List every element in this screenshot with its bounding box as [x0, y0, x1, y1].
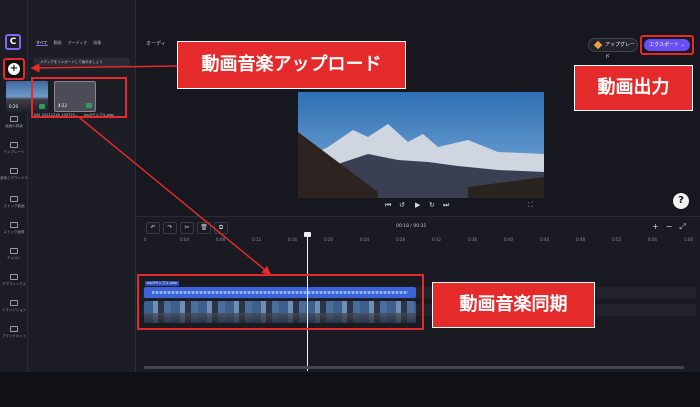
skip-back-icon[interactable]: ⏮: [385, 201, 391, 210]
stock-video-icon: [10, 196, 18, 202]
rail-item-stock-video[interactable]: ストック動画: [0, 194, 28, 220]
zoom-in-icon[interactable]: +: [652, 222, 659, 231]
ruler-tick: 0:32: [432, 237, 441, 242]
rail-item-text[interactable]: テキスト: [0, 246, 28, 272]
ruler-tick: 0:52: [612, 237, 621, 242]
export-highlight: エクスポート ⌄: [640, 35, 694, 55]
rail-label: トランジション: [1, 308, 27, 312]
play-icon[interactable]: ▶: [415, 201, 420, 209]
cut-icon[interactable]: ✂: [180, 222, 194, 234]
tab-video[interactable]: 動画: [54, 40, 62, 45]
timeline-scrollbar[interactable]: [144, 366, 684, 369]
playhead-handle[interactable]: [304, 232, 311, 237]
brand-kit-icon: [10, 326, 18, 332]
timeline-toolbar: ↶ ↷ ✂ 🗑 ⧉: [146, 222, 231, 234]
ruler-tick: 0:04: [180, 237, 189, 242]
ruler-tick: 0:24: [360, 237, 369, 242]
media-highlight-box: [31, 77, 127, 118]
redo-icon[interactable]: ↷: [163, 222, 177, 234]
fit-icon[interactable]: ⤢: [679, 222, 685, 231]
record-icon: [10, 116, 18, 122]
ruler-tick: 0:56: [648, 237, 657, 242]
ruler-tick: 0:16: [288, 237, 297, 242]
rail-label: グラフィックス: [1, 282, 27, 286]
rail-item-transition[interactable]: トランジション: [0, 298, 28, 324]
annotation-upload: 動画音楽アップロード: [177, 41, 406, 89]
media-tabs: すべて 動画 オーディオ 画像: [36, 40, 107, 50]
template-icon: [10, 142, 18, 148]
ruler-tick: 0:40: [504, 237, 513, 242]
duplicate-icon[interactable]: ⧉: [214, 222, 228, 234]
rail-item-template[interactable]: テンプレート: [0, 140, 28, 166]
rail-item-music[interactable]: 音楽とサウンドエフェクト: [0, 166, 28, 192]
rail-item-stock-image[interactable]: ストック画像: [0, 220, 28, 246]
timecode: 00:18 / 00:31: [396, 224, 427, 229]
app-logo: C: [5, 34, 21, 50]
export-button[interactable]: エクスポート ⌄: [644, 39, 690, 51]
upload-button[interactable]: +: [3, 58, 25, 80]
duration-label: 0:20: [9, 104, 18, 109]
tab-audio[interactable]: オーディオ: [68, 40, 88, 45]
transition-icon: [10, 300, 18, 306]
stock-image-icon: [10, 222, 18, 228]
upgrade-label: アップグレード: [605, 42, 636, 60]
fullscreen-icon[interactable]: ⛶: [528, 201, 533, 210]
bottom-strip: [0, 372, 700, 407]
diamond-icon: [593, 40, 603, 50]
ruler-tick: 0:28: [396, 237, 405, 242]
ruler-tick: 0:44: [540, 237, 549, 242]
tab-all[interactable]: すべて: [36, 40, 48, 46]
zoom-controls: + − ⤢: [645, 222, 686, 232]
rail-label: ストック動画: [3, 204, 25, 208]
video-preview[interactable]: [298, 92, 544, 198]
help-button[interactable]: ?: [673, 193, 689, 209]
delete-icon[interactable]: 🗑: [197, 222, 211, 234]
rail-label: ストック画像: [3, 230, 25, 234]
rail-item-record[interactable]: 画面の録画: [0, 114, 28, 140]
tab-image[interactable]: 画像: [93, 40, 101, 45]
ruler-tick: 0:48: [576, 237, 585, 242]
rail-label: ブランドキット: [1, 334, 27, 338]
rail-label: 画面の録画: [5, 124, 23, 128]
ruler-tick: 1:00: [684, 237, 693, 242]
plus-icon: +: [8, 63, 20, 75]
ruler-tick: 0:36: [468, 237, 477, 242]
rail-label: テキスト: [7, 256, 21, 260]
export-label: エクスポート: [649, 42, 680, 48]
aspect-ratio-button[interactable]: オーディ: [146, 40, 166, 47]
rail-item-graphics[interactable]: グラフィックス: [0, 272, 28, 298]
ruler-tick: 0: [144, 237, 147, 242]
media-panel: すべて 動画 オーディオ 画像 メディアをインポートして始めましょう: [28, 0, 136, 372]
tracks-highlight-box: [137, 274, 424, 330]
rail-label: 音楽とサウンドエフェクト: [0, 176, 28, 180]
music-icon: [10, 168, 18, 174]
zoom-out-icon[interactable]: −: [666, 222, 673, 231]
rewind-icon[interactable]: ↺: [399, 201, 405, 209]
graphics-icon: [10, 274, 18, 280]
annotation-export: 動画出力: [574, 65, 693, 111]
rail-label: テンプレート: [3, 150, 25, 154]
ruler-tick: 0:08: [216, 237, 225, 242]
ruler-tick: 0:12: [252, 237, 261, 242]
timeline-ruler: 0 0:04 0:08 0:12 0:16 0:20 0:24 0:28 0:32 0:36 0:4…: [144, 237, 693, 245]
skip-forward-icon[interactable]: ⏭: [443, 201, 449, 210]
text-icon: [10, 248, 18, 254]
annotation-sync: 動画音楽同期: [432, 282, 595, 328]
ruler-tick: 0:20: [324, 237, 333, 242]
undo-icon[interactable]: ↶: [146, 222, 160, 234]
left-rail: C + メディア 画面の録画 テンプレート 音楽とサウンドエフェクト ストック動…: [0, 0, 28, 372]
rail-item-brand-kit[interactable]: ブランドキット: [0, 324, 28, 350]
media-import-dropdown[interactable]: メディアをインポートして始めましょう: [34, 58, 130, 66]
upgrade-button[interactable]: アップグレード: [588, 38, 638, 60]
forward-icon[interactable]: ↻: [429, 201, 435, 209]
